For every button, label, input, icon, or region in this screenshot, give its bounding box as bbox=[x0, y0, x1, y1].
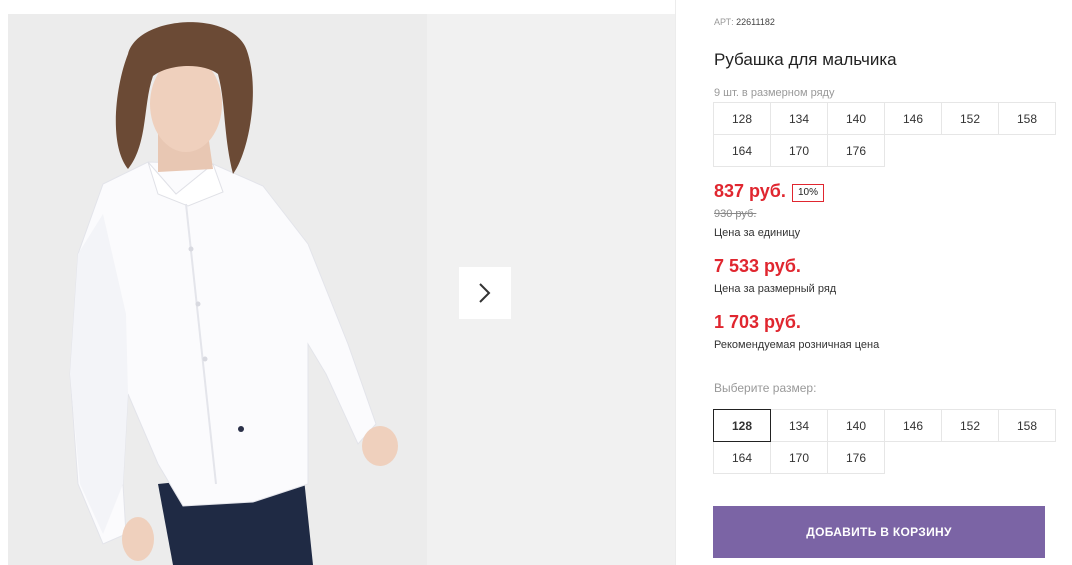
product-photo[interactable] bbox=[8, 14, 427, 565]
size-row-cell-170: 170 bbox=[770, 134, 828, 167]
choose-size-label: Выберите размер: bbox=[714, 381, 817, 395]
size-row-cell-152: 152 bbox=[941, 102, 999, 135]
size-row-cell-146: 146 bbox=[884, 102, 942, 135]
row-price-caption: Цена за размерный ряд bbox=[714, 283, 837, 295]
old-price: 930 руб. bbox=[714, 208, 757, 220]
row-price: 7 533 руб. bbox=[714, 256, 801, 276]
size-row-cell-134: 134 bbox=[770, 102, 828, 135]
discount-badge: 10% bbox=[792, 184, 825, 202]
size-row-cell-140: 140 bbox=[827, 102, 885, 135]
product-gallery bbox=[8, 14, 675, 565]
chevron-right-icon bbox=[479, 283, 491, 303]
article-number: АРТ: 22611182 bbox=[714, 17, 775, 27]
size-option-134[interactable]: 134 bbox=[770, 409, 828, 442]
size-row-grid: 128 134 140 146 152 158 164 170 176 bbox=[713, 102, 1056, 167]
size-option-170[interactable]: 170 bbox=[770, 441, 828, 474]
size-option-128[interactable]: 128 bbox=[713, 409, 771, 442]
size-option-146[interactable]: 146 bbox=[884, 409, 942, 442]
size-row-cell-176: 176 bbox=[827, 134, 885, 167]
add-to-cart-button[interactable]: ДОБАВИТЬ В КОРЗИНУ bbox=[713, 506, 1045, 558]
article-label: АРТ: bbox=[714, 17, 734, 27]
size-row-cell-158: 158 bbox=[998, 102, 1056, 135]
unit-price-caption: Цена за единицу bbox=[714, 227, 801, 239]
product-photo-illustration bbox=[8, 14, 427, 565]
size-row-cell-128: 128 bbox=[713, 102, 771, 135]
size-row-note: 9 шт. в размерном ряду bbox=[714, 87, 835, 99]
product-title: Рубашка для мальчика bbox=[714, 50, 897, 69]
unit-price: 837 руб. bbox=[714, 181, 786, 201]
size-option-164[interactable]: 164 bbox=[713, 441, 771, 474]
next-image-button[interactable] bbox=[459, 267, 511, 319]
product-page: АРТ: 22611182 Рубашка для мальчика 9 шт.… bbox=[0, 0, 1072, 565]
size-row-cell-164: 164 bbox=[713, 134, 771, 167]
size-option-176[interactable]: 176 bbox=[827, 441, 885, 474]
retail-price-caption: Рекомендуемая розничная цена bbox=[714, 339, 880, 351]
size-option-152[interactable]: 152 bbox=[941, 409, 999, 442]
article-value: 22611182 bbox=[736, 17, 775, 27]
size-selector: 128 134 140 146 152 158 164 170 176 bbox=[713, 409, 1056, 474]
size-option-140[interactable]: 140 bbox=[827, 409, 885, 442]
divider bbox=[675, 0, 676, 565]
size-option-158[interactable]: 158 bbox=[998, 409, 1056, 442]
retail-price: 1 703 руб. bbox=[714, 312, 801, 332]
